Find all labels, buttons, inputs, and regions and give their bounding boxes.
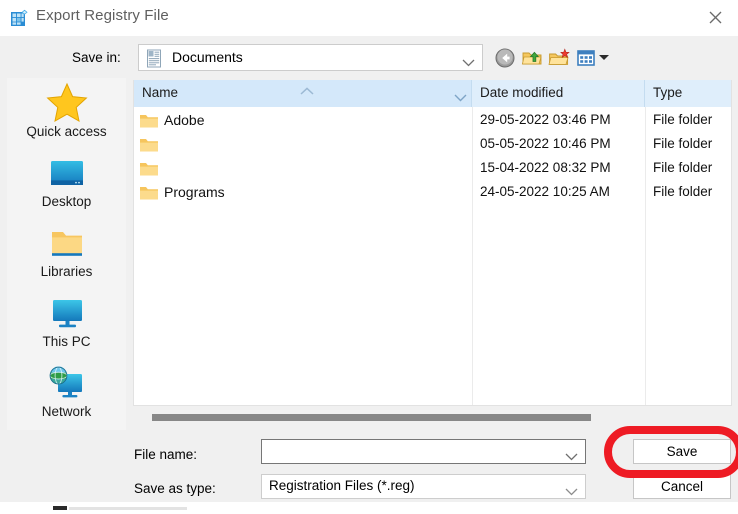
below-dialog-ghost-text [69,507,187,510]
horizontal-scrollbar[interactable] [133,408,732,424]
column-header-name[interactable]: Name [134,80,472,107]
column-headers: Name Date modified Type [134,80,732,107]
save-button[interactable]: Save [633,439,731,464]
place-quick-access[interactable]: Quick access [7,82,126,150]
file-list-body: Adobe 29-05-2022 03:46 PM File folder 05… [134,107,732,405]
save-as-type-label: Save as type: [134,481,216,496]
column-header-label: Type [653,85,682,100]
save-in-label: Save in: [72,50,121,65]
folder-icon [7,222,126,264]
file-type: File folder [653,160,712,175]
export-registry-file-dialog: Export Registry File Save in: Docume [0,0,738,514]
up-one-level-button[interactable] [521,47,543,69]
network-globe-icon [7,362,126,404]
table-row[interactable]: 05-05-2022 10:46 PM File folder [134,133,732,157]
file-type: File folder [653,112,712,127]
save-in-value: Documents [172,49,243,65]
place-label: This PC [7,334,126,350]
folder-icon [139,161,159,177]
place-label: Quick access [7,124,126,140]
column-header-chevron-down-icon[interactable] [454,89,467,107]
file-type: File folder [653,136,712,151]
new-folder-button[interactable] [548,47,570,69]
file-date-modified: 29-05-2022 03:46 PM [480,112,611,127]
this-pc-monitor-icon [7,292,126,334]
navigation-toolbar [494,45,604,71]
save-as-type-value: Registration Files (*.reg) [269,478,415,493]
title-bar: Export Registry File [0,0,738,36]
cancel-button[interactable]: Cancel [633,474,731,499]
back-button[interactable] [494,47,516,69]
table-row[interactable]: 15-04-2022 08:32 PM File folder [134,157,732,181]
folder-icon [139,113,159,129]
close-icon [709,11,722,24]
file-name: Adobe [164,112,204,128]
column-header-label: Name [142,85,178,100]
scrollbar-thumb[interactable] [152,414,591,421]
place-label: Desktop [7,194,126,210]
place-libraries[interactable]: Libraries [7,222,126,290]
registry-editor-icon [10,9,29,28]
place-desktop[interactable]: Desktop [7,152,126,220]
table-row[interactable]: Programs 24-05-2022 10:25 AM File folder [134,181,732,205]
sort-ascending-caret-icon [300,82,314,100]
file-name-input[interactable] [261,439,586,464]
below-dialog-mark [53,506,67,510]
folder-icon [139,137,159,153]
places-bar: Quick access Desktop [7,78,126,430]
file-name: Programs [164,184,225,200]
column-header-type[interactable]: Type [645,80,732,107]
new-folder-icon [548,47,570,69]
file-date-modified: 05-05-2022 10:46 PM [480,136,611,151]
star-icon [7,82,126,124]
save-in-combobox[interactable]: Documents [138,44,483,71]
chevron-down-icon[interactable] [565,448,578,466]
place-this-pc[interactable]: This PC [7,292,126,360]
file-type: File folder [653,184,712,199]
up-folder-icon [521,47,543,69]
save-as-type-combobox[interactable]: Registration Files (*.reg) [261,474,586,499]
documents-icon [146,49,163,68]
column-header-label: Date modified [480,85,563,100]
file-date-modified: 24-05-2022 10:25 AM [480,184,610,199]
views-dropdown-chevron-down-icon[interactable] [599,55,609,60]
views-button[interactable] [575,47,597,69]
folder-icon [139,185,159,201]
file-name-label: File name: [134,447,197,462]
chevron-down-icon [462,54,475,72]
file-list-view[interactable]: Name Date modified Type [133,80,732,406]
column-header-date-modified[interactable]: Date modified [472,80,645,107]
place-label: Libraries [7,264,126,280]
desktop-monitor-icon [7,152,126,194]
place-label: Network [7,404,126,420]
table-row[interactable]: Adobe 29-05-2022 03:46 PM File folder [134,109,732,133]
views-grid-icon [575,47,597,69]
file-date-modified: 15-04-2022 08:32 PM [480,160,611,175]
chevron-down-icon[interactable] [565,483,578,501]
window-title: Export Registry File [36,7,169,24]
close-button[interactable] [692,0,738,34]
back-arrow-icon [494,47,516,69]
place-network[interactable]: Network [7,362,126,430]
